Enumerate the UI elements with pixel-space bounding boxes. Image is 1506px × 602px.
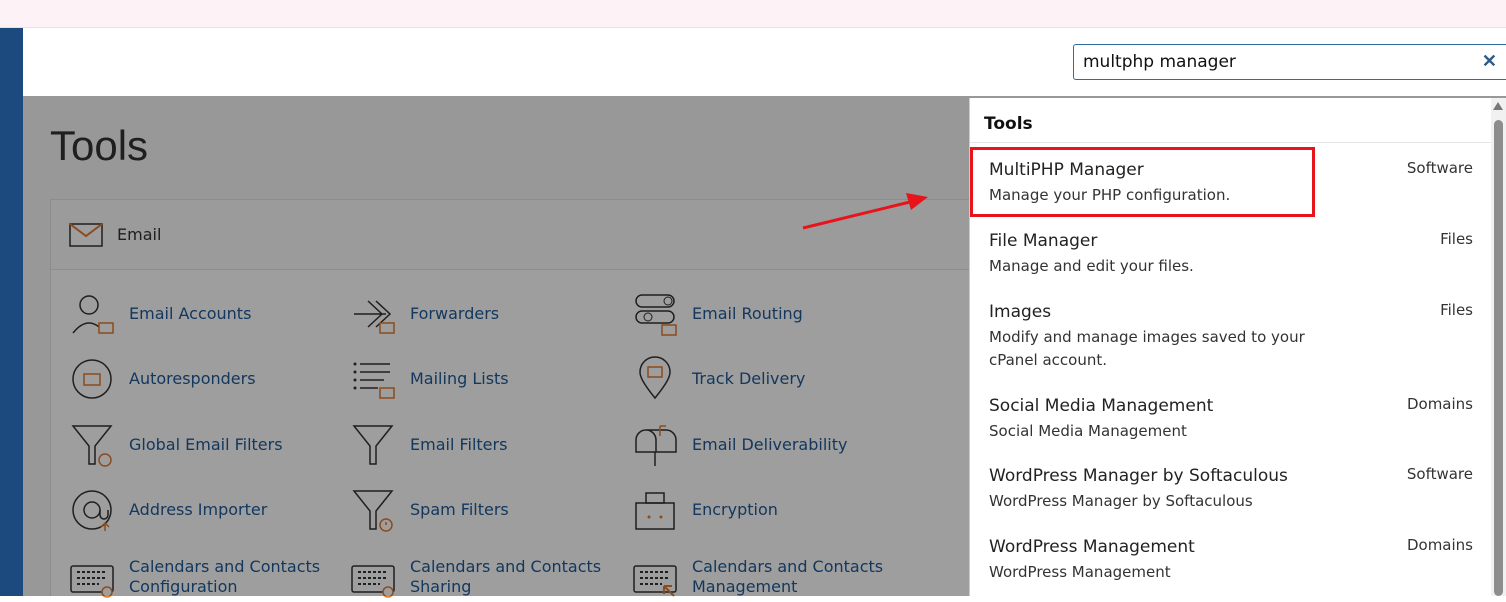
result-description: WordPress Management bbox=[989, 563, 1171, 581]
result-description: Social Media Management bbox=[989, 422, 1187, 440]
result-category: Files bbox=[1440, 230, 1473, 248]
result-description: WordPress Manager by Softaculous bbox=[989, 492, 1253, 510]
result-name: Images bbox=[989, 302, 1052, 322]
result-file-manager[interactable]: File Manager Manage and edit your files.… bbox=[970, 219, 1492, 289]
result-category: Files bbox=[1440, 301, 1473, 319]
result-images[interactable]: Images Modify and manage images saved to… bbox=[970, 290, 1492, 384]
result-social-media-management[interactable]: Social Media Management Social Media Man… bbox=[970, 384, 1492, 454]
result-description: Manage and edit your files. bbox=[989, 257, 1194, 275]
search-input[interactable] bbox=[1074, 45, 1464, 79]
result-name: File Manager bbox=[989, 231, 1098, 251]
result-category: Domains bbox=[1406, 536, 1473, 554]
scroll-up-icon[interactable] bbox=[1493, 102, 1503, 110]
result-wordpress-softaculous[interactable]: WordPress Manager by Softaculous WordPre… bbox=[970, 454, 1492, 524]
result-wordpress-management[interactable]: WordPress Management WordPress Managemen… bbox=[970, 525, 1492, 595]
search-box[interactable]: ✕ bbox=[1073, 44, 1506, 80]
result-description: Modify and manage images saved to your c… bbox=[989, 328, 1305, 369]
result-category: Software bbox=[1406, 159, 1473, 177]
result-category: Software bbox=[1406, 465, 1473, 483]
scrollbar-thumb[interactable] bbox=[1494, 120, 1503, 596]
divider bbox=[970, 142, 1492, 143]
result-name: Social Media Management bbox=[989, 396, 1214, 416]
top-strip bbox=[0, 0, 1506, 28]
dropdown-heading: Tools bbox=[984, 114, 1033, 134]
result-category: Domains bbox=[1406, 395, 1473, 413]
annotation-highlight-box bbox=[970, 147, 1315, 217]
result-name: WordPress Management bbox=[989, 537, 1195, 557]
close-icon[interactable]: ✕ bbox=[1482, 51, 1497, 72]
left-sidebar bbox=[0, 28, 23, 596]
result-name: WordPress Manager by Softaculous bbox=[989, 466, 1288, 486]
